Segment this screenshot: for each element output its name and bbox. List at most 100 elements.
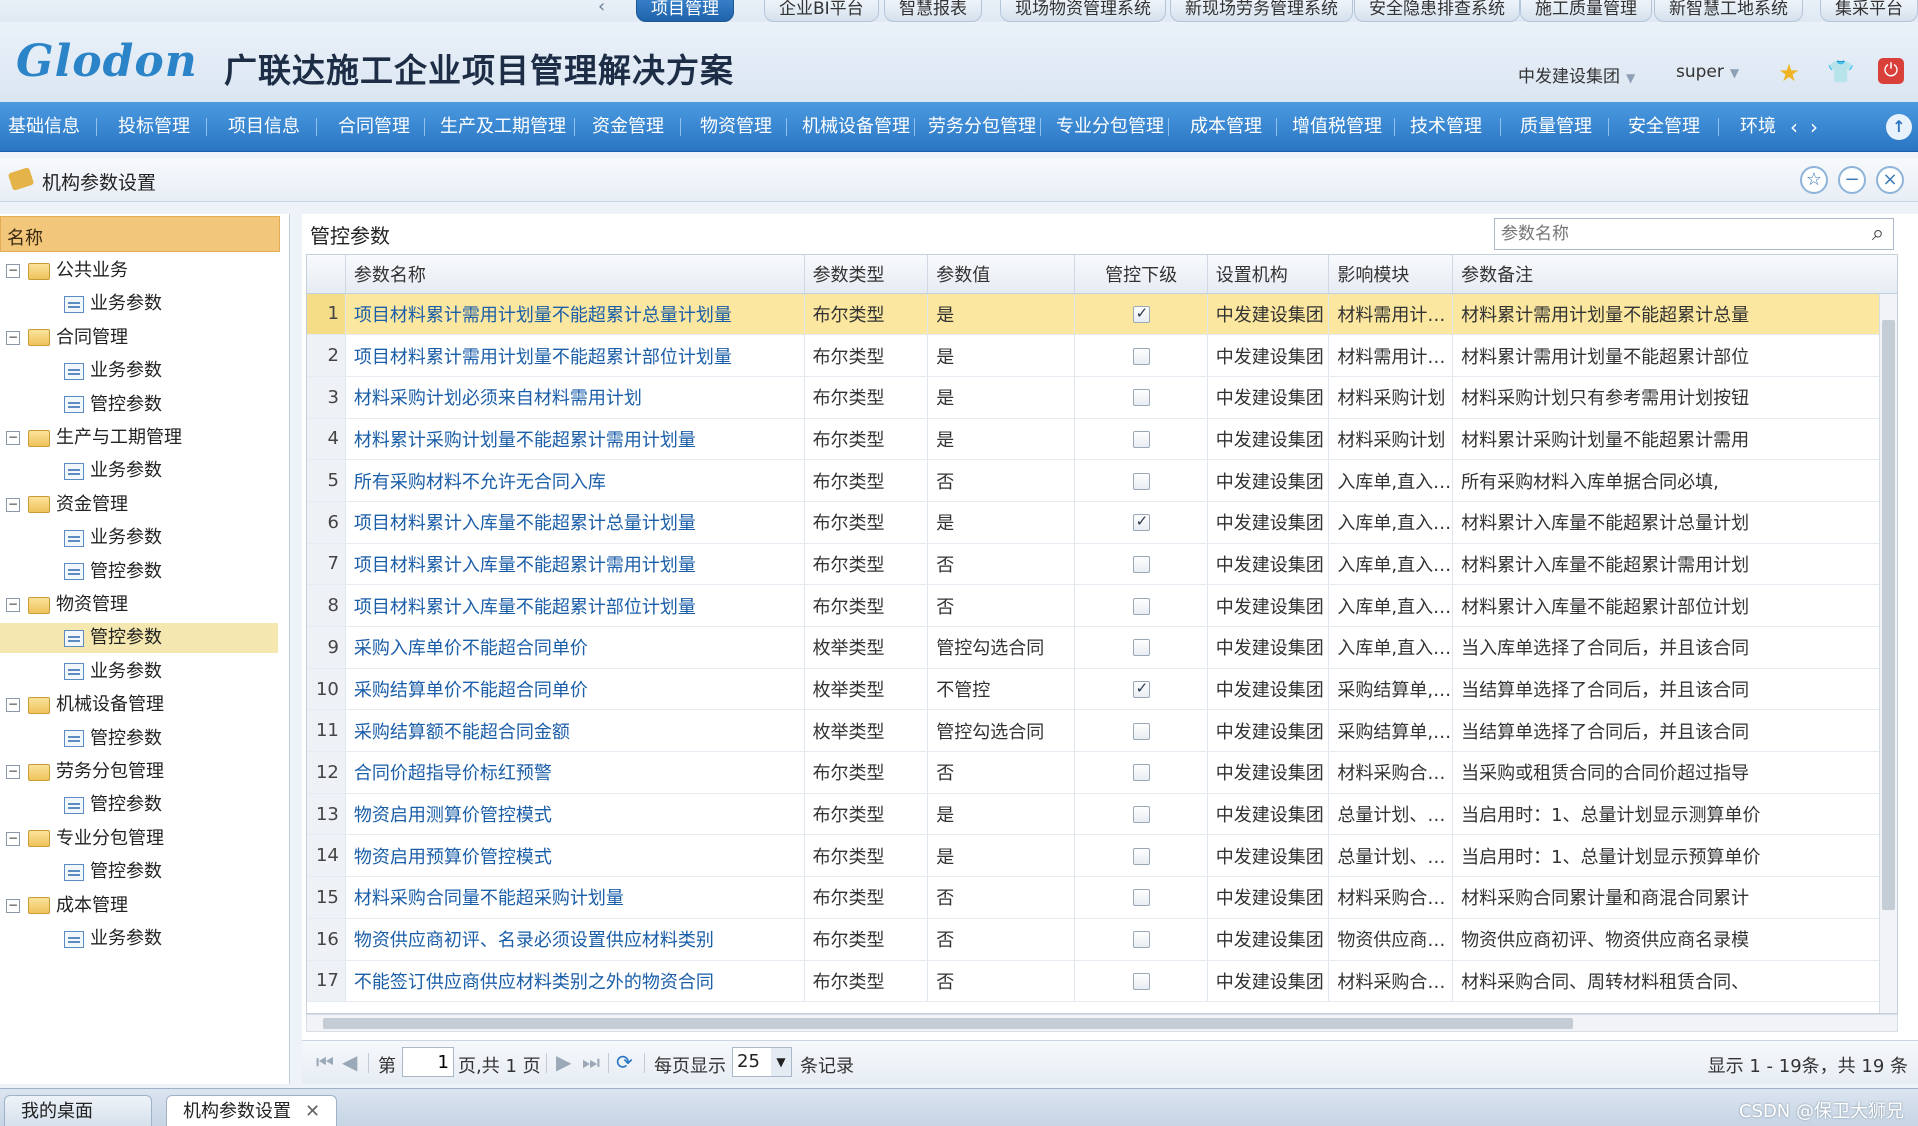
nav-item-cost[interactable]: 成本管理 xyxy=(1190,102,1262,152)
tree-leaf-node[interactable]: 业务参数 xyxy=(0,356,278,386)
tree-leaf-node[interactable]: 业务参数 xyxy=(0,456,278,486)
tree-leaf-node[interactable]: 管控参数 xyxy=(0,790,278,820)
tree-folder-node[interactable]: − 公共业务 xyxy=(6,256,128,286)
search-icon[interactable]: ⌕ xyxy=(1865,220,1891,248)
param-name-cell[interactable]: 项目材料累计需用计划量不能超累计总量计划量 xyxy=(345,293,805,336)
star-icon[interactable]: ★ xyxy=(1774,58,1804,88)
control-sub-checkbox[interactable] xyxy=(1132,972,1150,990)
control-sub-checkbox[interactable] xyxy=(1132,847,1150,865)
col-control-sub[interactable]: 管控下级 xyxy=(1074,255,1208,294)
control-sub-checkbox[interactable] xyxy=(1132,639,1150,657)
system-tab-safety[interactable]: 安全隐患排查系统 xyxy=(1354,0,1520,22)
page-number-input[interactable] xyxy=(402,1047,454,1077)
user-selector[interactable]: super ▼ xyxy=(1676,62,1739,82)
collapse-up-icon[interactable]: ↑ xyxy=(1886,114,1912,140)
tree-collapse-toggle-icon[interactable]: − xyxy=(6,898,20,913)
col-param-name[interactable]: 参数名称 xyxy=(345,255,805,294)
control-sub-checkbox[interactable] xyxy=(1132,597,1150,615)
next-page-icon[interactable]: ▶ xyxy=(556,1050,571,1074)
horizontal-scroll-thumb[interactable] xyxy=(323,1018,1573,1029)
control-sub-checkbox[interactable] xyxy=(1132,304,1150,323)
tree-collapse-toggle-icon[interactable]: − xyxy=(6,497,20,512)
col-set-org[interactable]: 设置机构 xyxy=(1207,255,1330,294)
control-sub-checkbox[interactable] xyxy=(1132,347,1150,365)
table-row[interactable]: 8项目材料累计入库量不能超累计部位计划量布尔类型否 中发建设集团入库单,直入直..… xyxy=(307,584,1897,627)
nav-right-arrow-icon[interactable]: › xyxy=(1810,102,1818,152)
tree-collapse-toggle-icon[interactable]: − xyxy=(6,831,20,846)
table-row[interactable]: 3 材料采购计划必须来自材料需用计划 布尔类型是 中发建设集团 材料采购计划 材料采购计划… xyxy=(307,376,1897,419)
tree-leaf-node[interactable]: 管控参数 xyxy=(0,724,278,754)
tree-folder-node[interactable]: − 合同管理 xyxy=(6,323,128,353)
tree-leaf-node[interactable]: 业务参数 xyxy=(0,924,278,954)
param-name-cell[interactable]: 项目材料累计入库量不能超累计需用计划量 xyxy=(345,543,805,586)
table-row[interactable]: 13 物资启用测算价管控模式 布尔类型是 中发建设集团 总量计划、材... 当启用时：1、… xyxy=(307,793,1897,836)
shirt-icon[interactable]: 👕 xyxy=(1826,58,1856,88)
nav-left-arrow-icon[interactable]: ‹ xyxy=(1790,102,1798,152)
table-row[interactable]: 14 物资启用预算价管控模式 布尔类型是 中发建设集团 总量计划、材... 当启用时：1、… xyxy=(307,834,1897,878)
vertical-scrollbar[interactable] xyxy=(1879,294,1897,1013)
tree-folder-node[interactable]: − 专业分包管理 xyxy=(6,824,164,854)
control-sub-checkbox[interactable] xyxy=(1132,389,1150,407)
power-icon[interactable]: ⏻ xyxy=(1878,58,1904,84)
param-name-cell[interactable]: 项目材料累计入库量不能超累计总量计划量 xyxy=(345,501,805,544)
nav-item-safety[interactable]: 安全管理 xyxy=(1628,102,1700,152)
nav-item-basic[interactable]: 基础信息 xyxy=(8,102,80,152)
nav-item-special-subcontract[interactable]: 专业分包管理 xyxy=(1056,102,1164,152)
nav-item-contract[interactable]: 合同管理 xyxy=(338,102,410,152)
param-name-cell[interactable]: 所有采购材料不允许无合同入库 xyxy=(345,459,805,502)
tree-collapse-toggle-icon[interactable]: − xyxy=(6,598,20,612)
system-tab-labor[interactable]: 新现场劳务管理系统 xyxy=(1170,0,1353,22)
taskbar-tab-org-params[interactable]: 机构参数设置 ✕ xyxy=(166,1095,338,1126)
system-tab-material[interactable]: 现场物资管理系统 xyxy=(1000,0,1166,22)
prev-page-icon[interactable]: ◀ xyxy=(342,1050,357,1074)
tree-leaf-node[interactable]: 管控参数 xyxy=(0,623,278,654)
table-row[interactable]: 10采购结算单价不能超合同单价枚举类型不管控 中发建设集团采购结算单,材...当结… xyxy=(307,668,1897,711)
table-row[interactable]: 17 不能签订供应商供应材料类别之外的物资合同 布尔类型否 中发建设集团 材料采购合同.… xyxy=(307,960,1897,1003)
param-name-cell[interactable]: 物资启用测算价管控模式 xyxy=(345,793,805,836)
col-remark[interactable]: 参数备注 xyxy=(1452,255,1897,294)
system-tab-procurement[interactable]: 集采平台 xyxy=(1820,0,1918,22)
tree-folder-node[interactable]: − 物资管理 xyxy=(6,590,128,620)
control-sub-checkbox[interactable] xyxy=(1132,889,1150,907)
last-page-icon[interactable]: ⏭ xyxy=(582,1050,600,1074)
control-sub-checkbox[interactable] xyxy=(1132,722,1150,740)
control-sub-checkbox[interactable] xyxy=(1132,764,1150,782)
control-sub-checkbox[interactable] xyxy=(1132,679,1150,699)
table-row[interactable]: 1项目材料累计需用计划量不能超累计总量计划量布尔类型是 中发建设集团材料需用计划,… xyxy=(307,293,1897,336)
tree-leaf-node[interactable]: 管控参数 xyxy=(0,557,278,587)
control-sub-checkbox[interactable] xyxy=(1132,555,1150,573)
tree-leaf-node[interactable]: 业务参数 xyxy=(0,289,278,319)
nav-item-production[interactable]: 生产及工期管理 xyxy=(440,102,566,152)
nav-item-technical[interactable]: 技术管理 xyxy=(1410,102,1482,152)
vertical-scroll-thumb[interactable] xyxy=(1882,320,1895,910)
control-sub-checkbox[interactable] xyxy=(1132,806,1150,824)
param-search-input[interactable] xyxy=(1495,219,1855,249)
close-tab-icon[interactable]: ✕ xyxy=(305,1101,320,1122)
tree-leaf-node[interactable]: 管控参数 xyxy=(0,390,278,420)
favorite-star-icon[interactable]: ☆ xyxy=(1800,166,1828,194)
table-row[interactable]: 15 材料采购合同量不能超采购计划量 布尔类型否 中发建设集团 材料采购合同... 材料采… xyxy=(307,876,1897,919)
nav-item-quality[interactable]: 质量管理 xyxy=(1520,102,1592,152)
close-icon[interactable]: × xyxy=(1876,166,1904,194)
col-param-value[interactable]: 参数值 xyxy=(927,255,1076,294)
tree-leaf-node[interactable]: 业务参数 xyxy=(0,523,278,553)
control-sub-checkbox[interactable] xyxy=(1132,931,1150,949)
nav-item-materials[interactable]: 物资管理 xyxy=(700,102,772,152)
tree-folder-node[interactable]: − 机械设备管理 xyxy=(6,690,164,720)
tree-leaf-node[interactable]: 业务参数 xyxy=(0,657,278,687)
nav-item-project[interactable]: 项目信息 xyxy=(228,102,300,152)
horizontal-scrollbar[interactable] xyxy=(306,1014,1898,1032)
nav-item-funds[interactable]: 资金管理 xyxy=(592,102,664,152)
param-name-cell[interactable]: 合同价超指导价标红预警 xyxy=(345,751,805,794)
param-name-cell[interactable]: 材料采购合同量不能超采购计划量 xyxy=(345,876,805,919)
param-name-cell[interactable]: 不能签订供应商供应材料类别之外的物资合同 xyxy=(345,960,805,1003)
nav-item-environment[interactable]: 环境 xyxy=(1740,102,1786,152)
tree-folder-node[interactable]: − 生产与工期管理 xyxy=(6,423,182,453)
table-row[interactable]: 12合同价超指导价标红预警布尔类型否 中发建设集团材料采购合同,...当采购或租赁… xyxy=(307,751,1897,794)
first-page-icon[interactable]: ⏮ xyxy=(316,1050,334,1074)
param-name-cell[interactable]: 材料采购计划必须来自材料需用计划 xyxy=(345,376,805,419)
param-name-cell[interactable]: 采购结算单价不能超合同单价 xyxy=(345,668,805,711)
system-tab-report[interactable]: 智慧报表 xyxy=(884,0,982,22)
tree-collapse-toggle-icon[interactable]: − xyxy=(6,330,20,345)
system-tab-quality[interactable]: 施工质量管理 xyxy=(1520,0,1652,22)
